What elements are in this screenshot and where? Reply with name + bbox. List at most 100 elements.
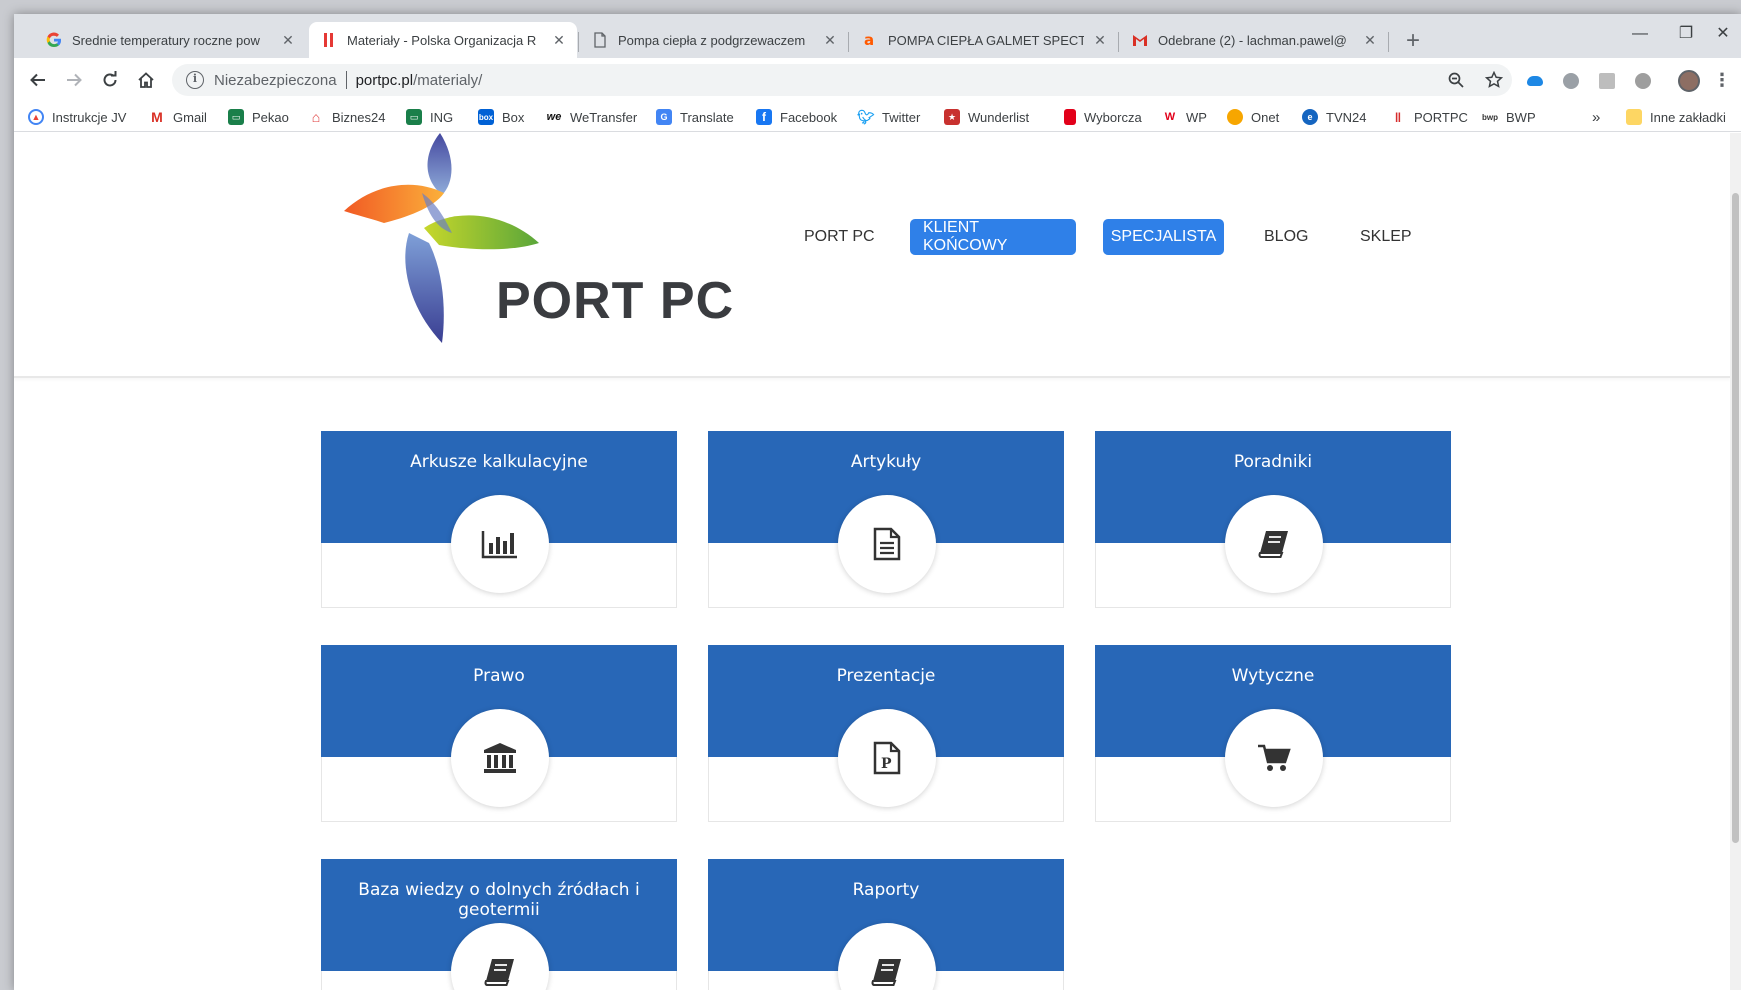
- security-label: Niezabezpieczona: [214, 71, 337, 89]
- card-title: Baza wiedzy o dolnych źródłach i geoterm…: [358, 880, 640, 920]
- tab-materialy[interactable]: Materiały - Polska Organizacja R ✕: [309, 22, 577, 58]
- bookmark-box[interactable]: box Box: [478, 106, 524, 128]
- close-icon[interactable]: ✕: [822, 32, 838, 48]
- page-scrollbar[interactable]: [1730, 133, 1741, 990]
- tab-title: Materiały - Polska Organizacja R: [347, 32, 537, 48]
- bookmark-biznes24[interactable]: ⌂ Biznes24: [308, 106, 386, 128]
- pekao-icon: ▭: [228, 109, 244, 125]
- nav-port-pc[interactable]: PORT PC: [804, 219, 875, 255]
- tab-temperatures[interactable]: Srednie temperatury roczne pow ✕: [34, 22, 306, 58]
- tab-title: Pompa ciepła z podgrzewaczem: [618, 32, 806, 48]
- zoom-icon[interactable]: [1446, 70, 1466, 90]
- card-title: Poradniki: [1233, 452, 1313, 472]
- bookmark-facebook[interactable]: f Facebook: [756, 106, 837, 128]
- info-icon[interactable]: i: [186, 71, 204, 89]
- card-title: Prawo: [473, 666, 525, 686]
- document-icon: [592, 32, 608, 48]
- extension-icon[interactable]: [1635, 73, 1651, 89]
- box-icon: box: [478, 109, 494, 125]
- nav-sklep[interactable]: SKLEP: [1360, 219, 1412, 255]
- wyborcza-icon: [1064, 109, 1076, 125]
- minimize-button[interactable]: —: [1620, 22, 1660, 46]
- tab-gmail[interactable]: Odebrane (2) - lachman.pawel@ ✕: [1120, 22, 1388, 58]
- bookmark-instrukcje[interactable]: ▲ Instrukcje JV: [28, 106, 126, 128]
- card-wytyczne[interactable]: Wytyczne: [1095, 645, 1451, 822]
- bwp-icon: bwp: [1482, 112, 1498, 122]
- tab-pompa[interactable]: Pompa ciepła z podgrzewaczem ✕: [580, 22, 848, 58]
- tab-separator: [578, 32, 579, 52]
- other-bookmarks-folder[interactable]: Inne zakładki: [1626, 106, 1726, 128]
- url-host: portpc.pl: [355, 71, 414, 89]
- tab-separator: [1118, 32, 1119, 52]
- restore-button[interactable]: ❐: [1666, 22, 1706, 46]
- card-prezentacje[interactable]: Prezentacje P: [708, 645, 1064, 822]
- svg-text:a: a: [864, 32, 874, 48]
- biznes24-icon: ⌂: [311, 109, 321, 125]
- card-title: Raporty: [852, 880, 920, 900]
- home-icon: [138, 72, 154, 88]
- close-icon[interactable]: ✕: [280, 32, 296, 48]
- reload-button[interactable]: [96, 66, 124, 94]
- card-title: Wytyczne: [1231, 666, 1315, 686]
- tab-title: Odebrane (2) - lachman.pawel@: [1158, 32, 1347, 48]
- pdf-extension-icon[interactable]: [1599, 73, 1615, 89]
- portpc-icon: [321, 32, 337, 48]
- allegro-icon: a: [862, 32, 878, 48]
- bookmarks-overflow-button[interactable]: »: [1592, 106, 1600, 128]
- bookmark-gmail[interactable]: M Gmail: [149, 106, 207, 128]
- card-arkusze[interactable]: Arkusze kalkulacyjne: [321, 431, 677, 608]
- nav-specjalista[interactable]: SPECJALISTA: [1103, 219, 1224, 255]
- bookmark-translate[interactable]: G Translate: [656, 106, 734, 128]
- bookmark-wunderlist[interactable]: ★ Wunderlist: [944, 106, 1029, 128]
- new-tab-button[interactable]: +: [1399, 28, 1427, 56]
- bookmark-wyborcza[interactable]: Wyborcza: [1064, 106, 1142, 128]
- card-artykuly[interactable]: Artykuły: [708, 431, 1064, 608]
- nav-klient-koncowy[interactable]: KLIENT KOŃCOWY: [910, 219, 1076, 255]
- bank-icon: [451, 709, 549, 807]
- menu-icon[interactable]: ⋮: [1708, 66, 1736, 94]
- bookmark-wetransfer[interactable]: we WeTransfer: [546, 106, 638, 128]
- nav-blog[interactable]: BLOG: [1264, 219, 1308, 255]
- tab-title: Srednie temperatury roczne pow: [72, 32, 260, 48]
- tab-strip: Srednie temperatury roczne pow ✕ Materia…: [14, 14, 1741, 58]
- close-icon[interactable]: ✕: [1362, 32, 1378, 48]
- card-raporty[interactable]: Raporty: [708, 859, 1064, 990]
- close-icon[interactable]: ✕: [1092, 32, 1108, 48]
- svg-text:P: P: [881, 756, 892, 772]
- card-baza-wiedzy[interactable]: Baza wiedzy o dolnych źródłach i geoterm…: [321, 859, 677, 990]
- book-icon: [1225, 495, 1323, 593]
- page-content: PORT PC PORT PC KLIENT KOŃCOWY SPECJALIS…: [14, 133, 1730, 990]
- forward-button[interactable]: [60, 66, 88, 94]
- url-path: /materialy/: [413, 71, 483, 89]
- tab-title: POMPA CIEPŁA GALMET SPECTR: [888, 32, 1084, 48]
- wunderlist-icon: ★: [944, 109, 960, 125]
- close-icon[interactable]: ✕: [551, 32, 567, 48]
- arrow-right-icon: [67, 73, 82, 87]
- bookmark-tvn24[interactable]: e TVN24: [1302, 106, 1366, 128]
- translate-icon: G: [656, 109, 672, 125]
- bookmark-twitter[interactable]: 🐦︎ Twitter: [857, 106, 920, 128]
- bookmarks-bar: ▲ Instrukcje JV M Gmail ▭ Pekao ⌂ Biznes24 ▭…: [14, 102, 1741, 132]
- card-poradniki[interactable]: Poradniki: [1095, 431, 1451, 608]
- back-button[interactable]: [24, 66, 52, 94]
- card-title: Arkusze kalkulacyjne: [410, 452, 588, 472]
- folder-icon: [1626, 109, 1642, 125]
- scrollbar-thumb[interactable]: [1732, 193, 1739, 843]
- bookmark-pekao[interactable]: ▭ Pekao: [228, 106, 289, 128]
- bookmark-bwp[interactable]: bwp BWP: [1482, 106, 1536, 128]
- address-bar[interactable]: i Niezabezpieczona portpc.pl/materialy/: [172, 64, 1512, 96]
- tab-galmet[interactable]: a POMPA CIEPŁA GALMET SPECTR ✕: [850, 22, 1118, 58]
- card-prawo[interactable]: Prawo: [321, 645, 677, 822]
- bar-chart-icon: [451, 495, 549, 593]
- onedrive-icon[interactable]: [1527, 76, 1543, 86]
- site-header: PORT PC PORT PC KLIENT KOŃCOWY SPECJALIS…: [14, 133, 1730, 378]
- home-button[interactable]: [132, 66, 160, 94]
- window-close-button[interactable]: ✕: [1708, 22, 1738, 46]
- bookmark-wp[interactable]: W WP: [1162, 106, 1207, 128]
- star-icon[interactable]: [1484, 70, 1504, 90]
- extension-icon[interactable]: [1563, 73, 1579, 89]
- bookmark-onet[interactable]: Onet: [1227, 106, 1279, 128]
- avatar[interactable]: [1678, 70, 1700, 92]
- bookmark-portpc[interactable]: ‖ PORTPC: [1390, 106, 1468, 128]
- bookmark-ing[interactable]: ▭ ING: [406, 106, 453, 128]
